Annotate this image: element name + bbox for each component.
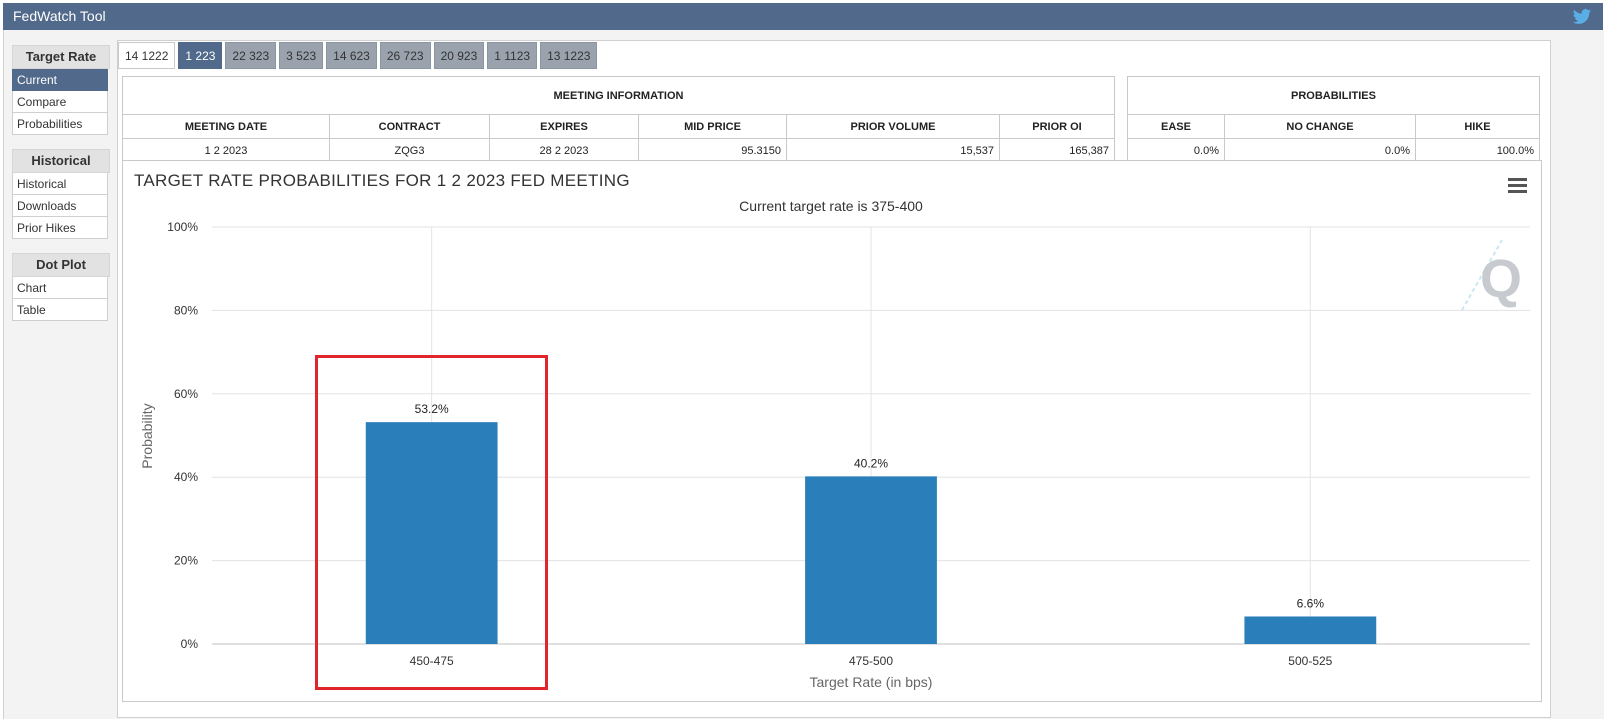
tab-meeting-6[interactable]: 26 723 [379,42,431,69]
sidebar-heading-dot-plot: Dot Plot [12,253,110,277]
contract-value: ZQG3 [329,138,490,163]
col-mid-price: MID PRICE [638,114,787,139]
sidebar-item-chart[interactable]: Chart [12,277,108,299]
sidebar-heading-historical: Historical [12,149,110,173]
mid-price-value: 95.3150 [638,138,787,163]
meeting-info-table: MEETING INFORMATION MEETING DATE CONTRAC… [122,76,1115,163]
col-ease: EASE [1127,114,1225,139]
col-meeting-date: MEETING DATE [122,114,330,139]
no-change-value: 0.0% [1224,138,1416,163]
col-hike: HIKE [1415,114,1540,139]
tab-meeting-5[interactable]: 14 623 [326,42,377,69]
ease-value: 0.0% [1127,138,1225,163]
tab-meeting-2[interactable]: 1 223 [178,42,223,69]
expires-value: 28 2 2023 [489,138,639,163]
tab-meeting-9[interactable]: 13 1223 [540,42,598,69]
meeting-info-title: MEETING INFORMATION [122,76,1115,115]
sidebar-item-table[interactable]: Table [12,299,108,321]
highlight-box [315,355,548,690]
col-no-change: NO CHANGE [1224,114,1416,139]
sidebar-item-prior-hikes[interactable]: Prior Hikes [12,217,108,239]
tab-meeting-1[interactable]: 14 1222 [118,42,176,69]
sidebar-item-downloads[interactable]: Downloads [12,195,108,217]
app-title: FedWatch Tool [13,8,106,24]
prior-oi-value: 165,387 [999,138,1115,163]
meeting-date-value: 1 2 2023 [122,138,330,163]
twitter-icon[interactable] [1571,7,1593,27]
col-expires: EXPIRES [489,114,639,139]
chart-menu-icon[interactable] [1508,178,1527,193]
hike-value: 100.0% [1415,138,1540,163]
col-prior-volume: PRIOR VOLUME [786,114,1000,139]
sidebar-item-current[interactable]: Current [12,69,108,91]
meeting-tabs: 14 1222 1 223 22 323 3 523 14 623 26 723… [118,42,600,69]
prior-volume-value: 15,537 [786,138,1000,163]
col-contract: CONTRACT [329,114,490,139]
sidebar-heading-target-rate: Target Rate [12,45,110,69]
sidebar-item-historical[interactable]: Historical [12,173,108,195]
sidebar: Target Rate Current Compare Probabilitie… [12,45,112,321]
probabilities-table: PROBABILITIES EASE NO CHANGE HIKE 0.0% 0… [1127,76,1540,163]
tab-meeting-3[interactable]: 22 323 [225,42,277,69]
table-row: 0.0% 0.0% 100.0% [1127,138,1540,163]
probabilities-title: PROBABILITIES [1127,76,1540,115]
sidebar-item-compare[interactable]: Compare [12,91,108,113]
tab-meeting-8[interactable]: 1 1123 [487,42,538,69]
col-prior-oi: PRIOR OI [999,114,1115,139]
tab-meeting-7[interactable]: 20 923 [433,42,485,69]
app-header: FedWatch Tool [3,3,1603,30]
tab-meeting-4[interactable]: 3 523 [279,42,324,69]
table-row: 1 2 2023 ZQG3 28 2 2023 95.3150 15,537 1… [122,138,1115,163]
sidebar-item-probabilities[interactable]: Probabilities [12,113,108,135]
